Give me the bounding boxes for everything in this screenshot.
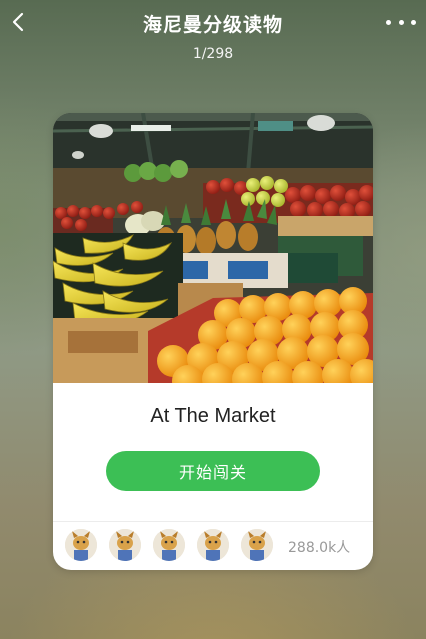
- book-title: At The Market: [150, 405, 276, 427]
- avatar: [197, 529, 229, 561]
- market-photo: [53, 113, 373, 383]
- reader-count: 288.0k人: [288, 540, 351, 556]
- avatar: [241, 529, 273, 561]
- page-counter: 1/298: [192, 46, 234, 62]
- divider: [53, 521, 373, 522]
- avatar: [65, 529, 97, 561]
- more-dots-icon: [411, 19, 416, 25]
- avatar: [153, 529, 185, 561]
- start-challenge-button[interactable]: 开始闯关: [106, 451, 320, 491]
- top-bar: 海尼曼分级读物 1/298: [0, 0, 426, 70]
- book-card: At The Market 开始闯关 288.0k人: [53, 113, 373, 570]
- more-dots-icon: [398, 19, 404, 25]
- more-button[interactable]: [386, 12, 416, 32]
- readers-row[interactable]: 288.0k人: [63, 527, 363, 563]
- book-cover-image[interactable]: [53, 113, 373, 383]
- more-dots-icon: [386, 19, 391, 25]
- page-title: 海尼曼分级读物: [142, 14, 283, 36]
- avatar: [109, 529, 141, 561]
